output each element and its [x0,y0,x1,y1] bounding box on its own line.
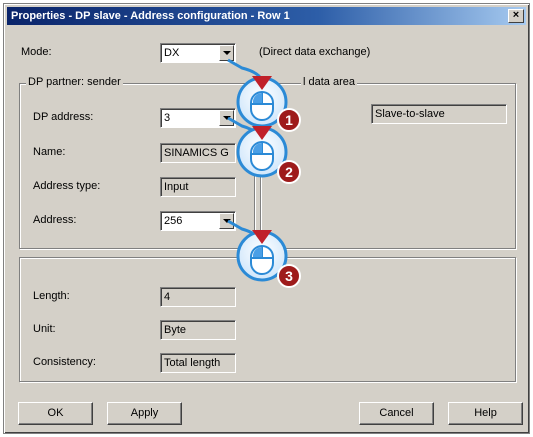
mouse-left-click-icon [250,141,274,171]
callout-overlay: 1 2 3 [227,58,301,288]
callout-1-number: 1 [285,112,293,128]
callout-3-number: 3 [285,268,293,284]
mouse-left-click-icon [250,245,274,275]
mouse-left-click-icon [250,91,274,121]
callout-1: 1 [227,58,301,132]
callout-3: 3 [227,219,301,288]
callout-2-number: 2 [285,164,293,180]
